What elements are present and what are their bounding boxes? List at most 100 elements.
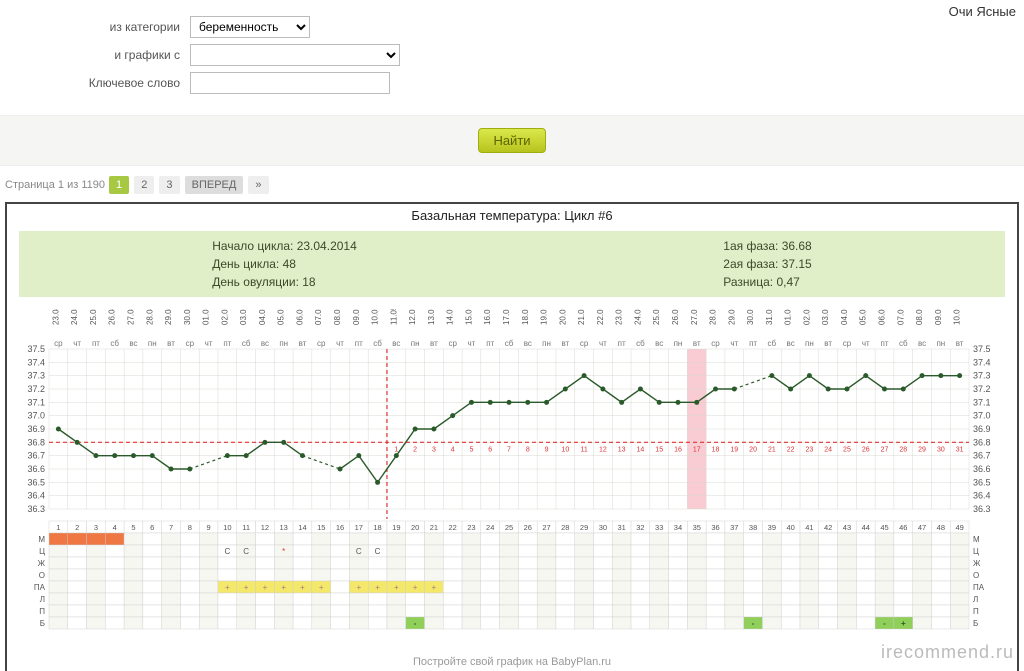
svg-text:29: 29 [918, 446, 926, 453]
svg-text:30: 30 [937, 446, 945, 453]
svg-text:С: С [224, 547, 230, 556]
svg-text:8: 8 [526, 446, 530, 453]
svg-text:сб: сб [899, 339, 908, 348]
svg-text:вт: вт [167, 339, 175, 348]
svg-text:26: 26 [524, 523, 532, 532]
svg-text:36.5: 36.5 [27, 477, 45, 487]
category-select[interactable]: беременность [190, 16, 310, 38]
svg-text:32: 32 [636, 523, 644, 532]
svg-text:2: 2 [75, 523, 79, 532]
svg-text:вт: вт [299, 339, 307, 348]
svg-text:44: 44 [862, 523, 870, 532]
svg-text:37.2: 37.2 [973, 384, 991, 394]
svg-text:45: 45 [880, 523, 888, 532]
graphs-select[interactable] [190, 44, 400, 66]
svg-text:14: 14 [298, 523, 306, 532]
svg-text:37.5: 37.5 [27, 344, 45, 354]
svg-text:09.06: 09.06 [934, 309, 943, 325]
svg-text:вс: вс [392, 339, 400, 348]
svg-text:чт: чт [468, 339, 476, 348]
svg-text:О: О [973, 571, 979, 580]
svg-text:Ц: Ц [39, 547, 45, 556]
svg-text:36.4: 36.4 [973, 491, 991, 501]
svg-text:+: + [281, 583, 286, 592]
svg-text:37.4: 37.4 [973, 357, 991, 367]
svg-text:03.06: 03.06 [821, 309, 830, 325]
svg-text:пн: пн [542, 339, 551, 348]
svg-text:7: 7 [169, 523, 173, 532]
page-next[interactable]: ВПЕРЕД [185, 176, 244, 194]
svg-text:16: 16 [674, 446, 682, 453]
svg-text:36.7: 36.7 [27, 451, 45, 461]
svg-text:11: 11 [580, 446, 587, 453]
pagination-prefix: Страница 1 из 1190 [5, 179, 105, 191]
svg-text:39: 39 [768, 523, 776, 532]
svg-text:+: + [394, 583, 399, 592]
svg-text:16: 16 [336, 523, 344, 532]
svg-text:36.7: 36.7 [973, 451, 991, 461]
svg-text:пн: пн [936, 339, 945, 348]
svg-text:20.05: 20.05 [558, 309, 567, 325]
svg-text:17: 17 [355, 523, 363, 532]
svg-text:сб: сб [768, 339, 777, 348]
svg-text:37.2: 37.2 [27, 384, 45, 394]
svg-text:30.05: 30.05 [746, 309, 755, 325]
svg-text:43: 43 [843, 523, 851, 532]
svg-text:15: 15 [317, 523, 325, 532]
page-2[interactable]: 2 [134, 176, 154, 194]
svg-text:пт: пт [486, 339, 494, 348]
svg-text:26.04: 26.04 [108, 309, 117, 325]
svg-text:18: 18 [712, 446, 720, 453]
svg-text:05.06: 05.06 [859, 309, 868, 325]
bbt-chart: 36.336.336.436.436.536.536.636.636.736.7… [19, 309, 999, 645]
svg-text:чт: чт [336, 339, 344, 348]
svg-text:сб: сб [110, 339, 119, 348]
svg-text:05.05: 05.05 [277, 309, 286, 325]
page-1[interactable]: 1 [109, 176, 129, 194]
svg-text:-: - [883, 619, 886, 628]
svg-text:12: 12 [261, 523, 269, 532]
svg-text:12: 12 [599, 446, 607, 453]
svg-text:37.1: 37.1 [973, 397, 991, 407]
svg-text:25.05: 25.05 [652, 309, 661, 325]
svg-text:03.05: 03.05 [239, 309, 248, 325]
svg-text:Л: Л [40, 595, 45, 604]
svg-text:11.05: 11.05 [389, 309, 398, 325]
svg-text:26.05: 26.05 [671, 309, 680, 325]
svg-text:19.05: 19.05 [540, 309, 549, 325]
svg-text:33: 33 [655, 523, 663, 532]
svg-text:36.3: 36.3 [27, 504, 45, 514]
svg-text:Ж: Ж [38, 559, 46, 568]
svg-text:17.05: 17.05 [502, 309, 511, 325]
keyword-input[interactable] [190, 72, 390, 94]
svg-text:пт: пт [618, 339, 626, 348]
svg-text:6: 6 [150, 523, 154, 532]
svg-text:7: 7 [507, 446, 511, 453]
svg-text:ПА: ПА [34, 583, 46, 592]
svg-text:35: 35 [693, 523, 701, 532]
page-last[interactable]: » [248, 176, 268, 194]
svg-text:36.8: 36.8 [27, 437, 45, 447]
find-button[interactable]: Найти [478, 128, 545, 153]
page-3[interactable]: 3 [159, 176, 179, 194]
svg-text:18: 18 [373, 523, 381, 532]
svg-text:4: 4 [113, 523, 117, 532]
summary-phase1: 1ая фаза: 36.68 [723, 237, 811, 255]
svg-text:+: + [901, 619, 906, 628]
svg-text:20: 20 [411, 523, 419, 532]
svg-text:О: О [39, 571, 45, 580]
svg-text:21: 21 [768, 446, 776, 453]
svg-text:+: + [244, 583, 249, 592]
svg-text:12.05: 12.05 [408, 309, 417, 325]
svg-text:22.05: 22.05 [596, 309, 605, 325]
svg-text:11: 11 [242, 523, 250, 532]
svg-text:36.6: 36.6 [27, 464, 45, 474]
svg-text:Б: Б [973, 619, 978, 628]
svg-text:вт: вт [956, 339, 964, 348]
svg-text:3: 3 [94, 523, 98, 532]
svg-text:25.04: 25.04 [89, 309, 98, 325]
svg-text:П: П [973, 607, 979, 616]
svg-text:29.05: 29.05 [727, 309, 736, 325]
svg-text:29.04: 29.04 [164, 309, 173, 325]
svg-text:ср: ср [711, 339, 720, 348]
